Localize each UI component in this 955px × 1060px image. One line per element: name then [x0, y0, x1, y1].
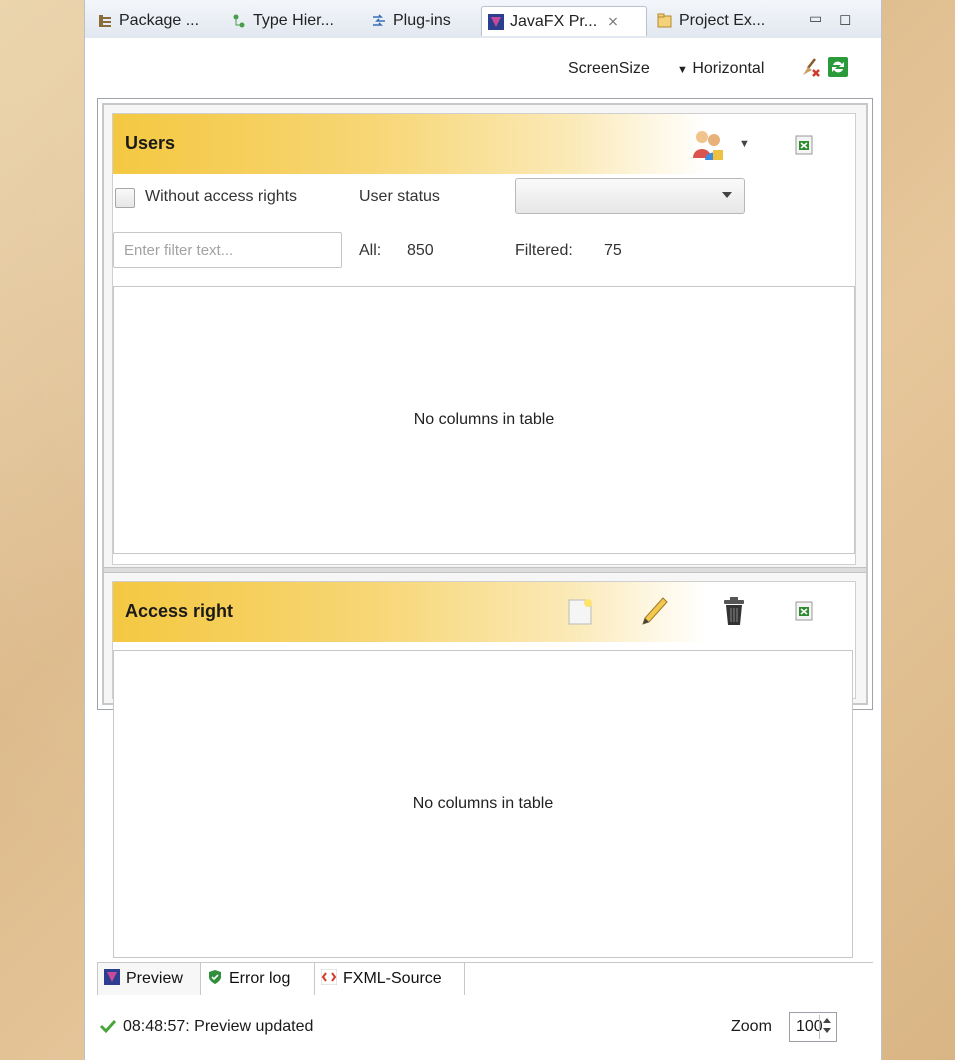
- filtered-count: 75: [604, 242, 622, 259]
- minimize-icon[interactable]: ▭: [809, 10, 822, 27]
- tab-fxml-source[interactable]: FXML-Source: [315, 963, 465, 995]
- tab-label: Package ...: [119, 12, 200, 29]
- maximize-icon[interactable]: ◻: [839, 10, 851, 28]
- users-table-empty-message: No columns in table: [413, 411, 555, 428]
- access-table-empty-message: No columns in table: [412, 795, 554, 812]
- close-tab-icon[interactable]: ⨯: [607, 13, 619, 30]
- access-right-banner: Access right: [113, 582, 855, 642]
- users-menu-dropdown-icon[interactable]: ▼: [739, 138, 750, 150]
- checkmark-icon: [99, 1018, 117, 1039]
- preview-canvas: Users ▼ Without access rights User statu…: [97, 98, 873, 710]
- users-banner: Users ▼: [113, 114, 855, 174]
- access-right-table[interactable]: No columns in table: [113, 650, 853, 958]
- split-divider[interactable]: [104, 567, 866, 573]
- users-title: Users: [125, 133, 176, 153]
- user-status-select[interactable]: [515, 178, 745, 214]
- status-message: 08:48:57: Preview updated: [123, 1018, 314, 1035]
- broom-icon[interactable]: [799, 56, 821, 83]
- project-explorer-icon: [657, 13, 673, 29]
- javafx-preview-window: Package ... Type Hier... Plug-ins JavaFX…: [84, 0, 882, 1060]
- tab-package-explorer[interactable]: Package ...: [91, 6, 205, 36]
- user-status-label: User status: [359, 188, 440, 205]
- users-group-icon[interactable]: [691, 128, 725, 167]
- zoom-spinner[interactable]: 100: [789, 1012, 837, 1042]
- preview-toolbar: ScreenSize ▼ Horizontal: [85, 38, 881, 98]
- tab-project-explorer[interactable]: Project Ex...: [651, 6, 771, 36]
- filtered-label: Filtered:: [515, 242, 573, 259]
- spinner-arrows[interactable]: [819, 1015, 834, 1039]
- status-bar: 08:48:57: Preview updated Zoom 100: [85, 1006, 881, 1046]
- type-hierarchy-icon: [231, 13, 247, 29]
- access-right-title: Access right: [125, 601, 234, 621]
- refresh-icon[interactable]: [827, 56, 849, 83]
- users-section: Users ▼ Without access rights User statu…: [112, 113, 856, 565]
- tab-label: FXML-Source: [343, 970, 442, 987]
- without-access-checkbox[interactable]: [115, 188, 135, 208]
- all-count: 850: [407, 242, 434, 259]
- new-item-icon[interactable]: [567, 598, 593, 631]
- tab-javafx-preview[interactable]: JavaFX Pr... ⨯: [481, 6, 647, 36]
- export-excel-icon[interactable]: [793, 600, 815, 627]
- javafx-preview-icon: [104, 968, 120, 990]
- view-tab-bar: Package ... Type Hier... Plug-ins JavaFX…: [85, 0, 881, 39]
- tab-label: Type Hier...: [253, 12, 334, 29]
- all-label: All:: [359, 242, 382, 259]
- tab-error-log[interactable]: Error log: [201, 963, 315, 995]
- screensize-label[interactable]: ScreenSize: [568, 60, 650, 78]
- tab-label: Error log: [229, 970, 291, 987]
- tab-preview[interactable]: Preview: [97, 963, 201, 995]
- plugins-icon: [371, 13, 387, 29]
- javafx-preview-icon: [488, 13, 504, 30]
- without-access-label: Without access rights: [145, 188, 298, 205]
- fxml-source-icon: [320, 968, 338, 990]
- tab-type-hierarchy[interactable]: Type Hier...: [225, 6, 340, 36]
- tab-label: Project Ex...: [679, 12, 766, 29]
- dropdown-arrow-icon: ▼: [677, 64, 688, 76]
- orientation-dropdown[interactable]: ▼ Horizontal: [677, 60, 764, 78]
- trash-icon[interactable]: [721, 596, 747, 631]
- zoom-label: Zoom: [731, 1018, 772, 1035]
- split-pane: Users ▼ Without access rights User statu…: [102, 103, 868, 705]
- package-explorer-icon: [97, 13, 113, 29]
- tab-label: Plug-ins: [393, 12, 451, 29]
- tab-plugins[interactable]: Plug-ins: [365, 6, 457, 36]
- tab-label: JavaFX Pr...: [510, 12, 598, 30]
- spinner-down-icon[interactable]: [823, 1028, 831, 1033]
- chevron-down-icon: [722, 192, 732, 198]
- spinner-up-icon[interactable]: [823, 1018, 831, 1023]
- export-excel-icon[interactable]: [793, 134, 815, 161]
- users-table[interactable]: No columns in table: [113, 286, 855, 554]
- shield-icon: [207, 969, 223, 990]
- tab-label: Preview: [126, 970, 183, 987]
- filter-input[interactable]: [113, 232, 342, 268]
- edit-pencil-icon[interactable]: [641, 596, 669, 631]
- orientation-label: Horizontal: [692, 60, 765, 77]
- preview-bottom-tabs: Preview Error log FXML-Source: [97, 962, 873, 995]
